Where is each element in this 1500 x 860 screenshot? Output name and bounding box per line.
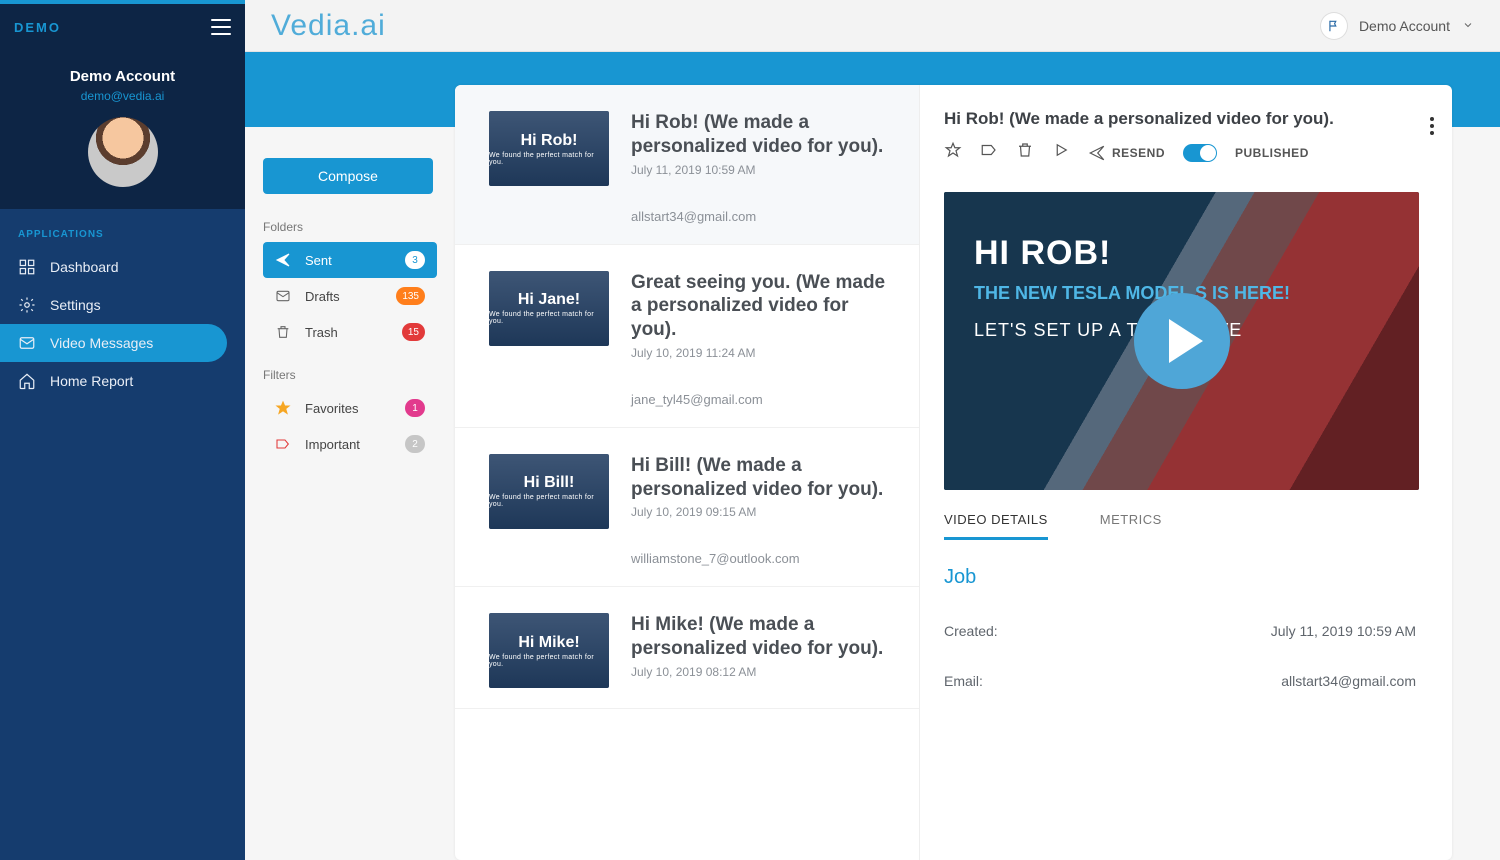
folder-label: Drafts xyxy=(305,289,340,304)
folder-badge: 3 xyxy=(405,251,425,269)
message-thumb: Hi Jane!We found the perfect match for y… xyxy=(489,271,609,346)
message-row[interactable]: Hi Mike!We found the perfect match for y… xyxy=(455,587,919,709)
kv-row: Email: allstart34@gmail.com xyxy=(944,673,1424,689)
account-block: Demo Account demo@vedia.ai xyxy=(0,50,245,209)
sidebar-item-label: Video Messages xyxy=(50,335,153,351)
account-email: demo@vedia.ai xyxy=(0,89,245,103)
folder-badge: 135 xyxy=(396,287,425,305)
filter-important[interactable]: Important 2 xyxy=(263,426,437,462)
folder-trash[interactable]: Trash 15 xyxy=(263,314,437,350)
kv-val: allstart34@gmail.com xyxy=(1281,673,1416,689)
detail-tabs: VIDEO DETAILS METRICS xyxy=(944,512,1424,540)
message-title: Hi Mike! (We made a personalized video f… xyxy=(631,613,889,661)
folders-column: Compose Folders Sent 3 Drafts 135 Trash … xyxy=(245,140,455,860)
filters-heading: Filters xyxy=(263,368,437,382)
message-row[interactable]: Hi Rob!We found the perfect match for yo… xyxy=(455,85,919,245)
sidebar-item-dashboard[interactable]: Dashboard xyxy=(0,248,245,286)
mail-icon xyxy=(18,334,36,352)
message-title: Great seeing you. (We made a personalize… xyxy=(631,271,889,342)
detail-toolbar: RESEND PUBLISHED xyxy=(944,141,1424,164)
kv-val: July 11, 2019 10:59 AM xyxy=(1271,623,1416,639)
trash-icon[interactable] xyxy=(1016,141,1034,164)
sidebar-item-label: Settings xyxy=(50,297,101,313)
messages-list: Hi Rob!We found the perfect match for yo… xyxy=(455,85,920,860)
message-date: July 10, 2019 11:24 AM xyxy=(631,346,889,360)
published-label: PUBLISHED xyxy=(1235,146,1309,160)
folder-label: Sent xyxy=(305,253,332,268)
topbar: Vedia.ai Demo Account xyxy=(245,0,1500,52)
resend-label: RESEND xyxy=(1112,146,1165,160)
sidebar: DEMO Demo Account demo@vedia.ai APPLICAT… xyxy=(0,0,245,860)
compose-button[interactable]: Compose xyxy=(263,158,433,194)
filter-badge: 1 xyxy=(405,399,425,417)
message-thumb: Hi Mike!We found the perfect match for y… xyxy=(489,613,609,688)
message-row[interactable]: Hi Bill!We found the perfect match for y… xyxy=(455,428,919,588)
message-title: Hi Bill! (We made a personalized video f… xyxy=(631,454,889,502)
section-heading: Job xyxy=(944,566,1424,589)
user-menu[interactable]: Demo Account xyxy=(1321,13,1474,39)
video-preview[interactable]: HI ROB! THE NEW TESLA MODEL S IS HERE! L… xyxy=(944,192,1419,490)
message-thumb: Hi Rob!We found the perfect match for yo… xyxy=(489,111,609,186)
message-date: July 11, 2019 10:59 AM xyxy=(631,163,889,177)
filter-label: Favorites xyxy=(305,401,358,416)
message-title: Hi Rob! (We made a personalized video fo… xyxy=(631,111,889,159)
sidebar-top: DEMO xyxy=(0,0,245,50)
flag-icon xyxy=(1321,13,1347,39)
message-thumb: Hi Bill!We found the perfect match for y… xyxy=(489,454,609,529)
sidebar-item-label: Home Report xyxy=(50,373,133,389)
folder-sent[interactable]: Sent 3 xyxy=(263,242,437,278)
message-email: allstart34@gmail.com xyxy=(631,209,889,224)
star-icon[interactable] xyxy=(944,141,962,164)
hamburger-icon[interactable] xyxy=(211,19,231,35)
dashboard-icon xyxy=(18,258,36,276)
gear-icon xyxy=(18,296,36,314)
video-play-icon[interactable] xyxy=(1134,293,1230,389)
nav-heading: APPLICATIONS xyxy=(0,209,245,248)
folders-heading: Folders xyxy=(263,220,437,234)
folder-badge: 15 xyxy=(402,323,425,341)
chevron-down-icon xyxy=(1462,18,1474,34)
detail-pane: Hi Rob! (We made a personalized video fo… xyxy=(920,85,1452,860)
demo-tag: DEMO xyxy=(14,20,61,35)
user-name: Demo Account xyxy=(1359,18,1450,34)
filter-label: Important xyxy=(305,437,360,452)
folder-label: Trash xyxy=(305,325,338,340)
sidebar-item-label: Dashboard xyxy=(50,259,119,275)
kv-key: Created: xyxy=(944,623,998,639)
main-panel: Hi Rob!We found the perfect match for yo… xyxy=(455,85,1452,860)
sidebar-item-home-report[interactable]: Home Report xyxy=(0,362,245,400)
message-email: jane_tyl45@gmail.com xyxy=(631,392,889,407)
filter-favorites[interactable]: Favorites 1 xyxy=(263,390,437,426)
tag-icon[interactable] xyxy=(980,141,998,164)
folder-drafts[interactable]: Drafts 135 xyxy=(263,278,437,314)
more-icon[interactable] xyxy=(1430,117,1434,135)
brand-logo: Vedia.ai xyxy=(271,9,386,43)
tab-video-details[interactable]: VIDEO DETAILS xyxy=(944,512,1048,540)
message-date: July 10, 2019 08:12 AM xyxy=(631,665,889,679)
message-date: July 10, 2019 09:15 AM xyxy=(631,505,889,519)
message-row[interactable]: Hi Jane!We found the perfect match for y… xyxy=(455,245,919,428)
kv-key: Email: xyxy=(944,673,983,689)
sidebar-item-video-messages[interactable]: Video Messages xyxy=(0,324,227,362)
filter-badge: 2 xyxy=(405,435,425,453)
resend-button[interactable]: RESEND xyxy=(1088,144,1165,162)
avatar[interactable] xyxy=(88,117,158,187)
kv-row: Created: July 11, 2019 10:59 AM xyxy=(944,623,1424,639)
detail-title: Hi Rob! (We made a personalized video fo… xyxy=(944,109,1424,129)
play-icon[interactable] xyxy=(1052,141,1070,164)
published-toggle[interactable] xyxy=(1183,144,1217,162)
home-icon xyxy=(18,372,36,390)
account-name: Demo Account xyxy=(0,68,245,85)
tab-metrics[interactable]: METRICS xyxy=(1100,512,1162,540)
sidebar-item-settings[interactable]: Settings xyxy=(0,286,245,324)
video-line1: HI ROB! xyxy=(974,234,1389,273)
message-email: williamstone_7@outlook.com xyxy=(631,551,889,566)
